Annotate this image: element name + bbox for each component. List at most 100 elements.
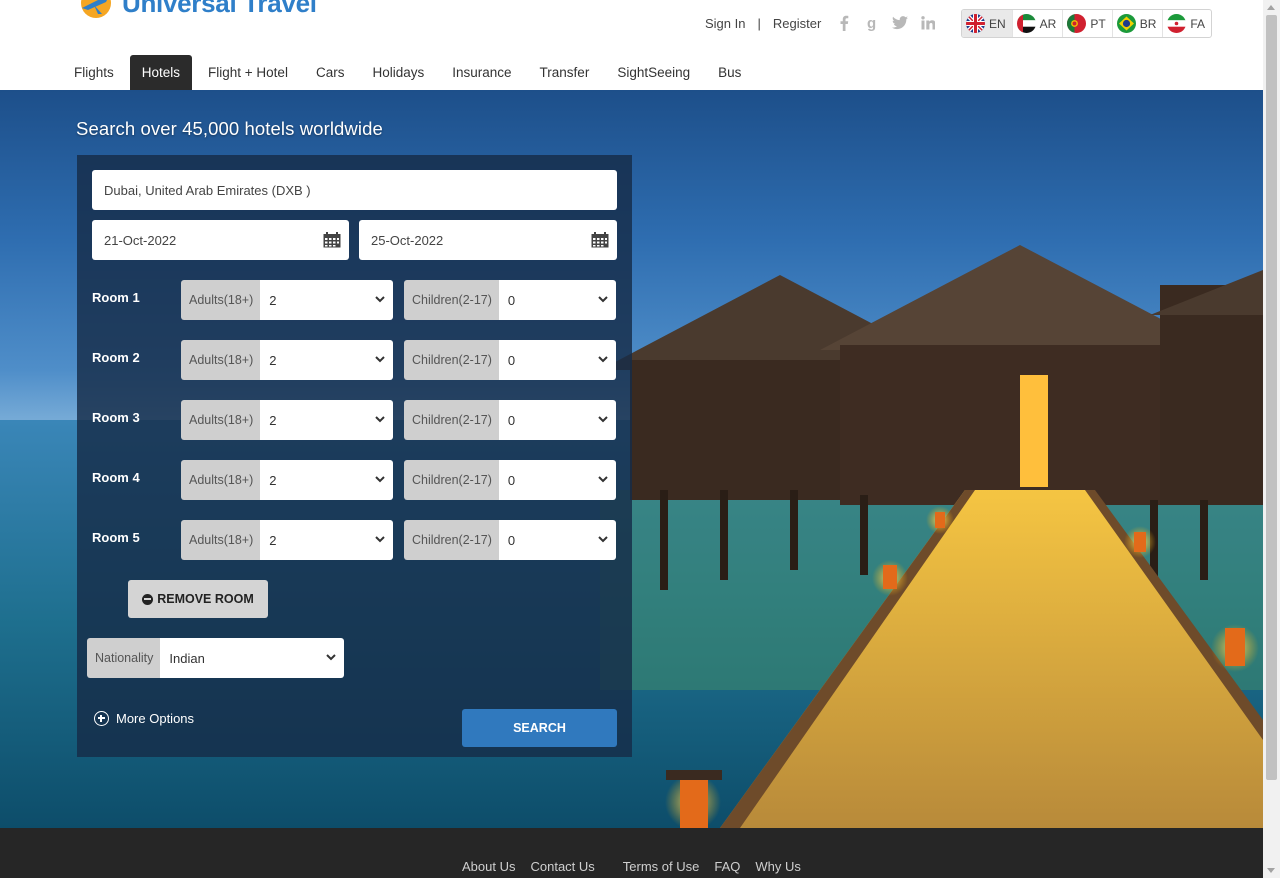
- chevron-down-icon: [598, 416, 608, 423]
- adults-value: 2: [269, 292, 277, 308]
- chevron-down-icon: [598, 536, 608, 543]
- room-2-children-select[interactable]: Children(2-17) 0: [404, 340, 616, 380]
- footer-links: About Us Contact Us Terms of Use FAQ Why…: [462, 859, 816, 874]
- chevron-down-icon: [375, 536, 385, 543]
- footer-link-terms[interactable]: Terms of Use: [623, 859, 700, 874]
- children-value: 0: [507, 412, 516, 428]
- room-1-label: Room 1: [92, 290, 140, 305]
- lang-en[interactable]: EN: [962, 10, 1013, 37]
- tab-hotels[interactable]: Hotels: [129, 55, 193, 90]
- chevron-down-icon: [375, 476, 385, 483]
- footer-link-why-us[interactable]: Why Us: [755, 859, 801, 874]
- brand-name: Universal Travel: [122, 0, 317, 18]
- checkin-date-value: 21-Oct-2022: [104, 232, 177, 248]
- facebook-icon[interactable]: [836, 15, 852, 31]
- room-3-adults-select[interactable]: Adults(18+) 2: [181, 400, 393, 440]
- page-scrollbar[interactable]: [1263, 0, 1280, 878]
- tab-flights[interactable]: Flights: [60, 55, 128, 90]
- scroll-down-arrow-icon[interactable]: [1267, 868, 1275, 873]
- calendar-icon[interactable]: [591, 232, 609, 248]
- lang-ar[interactable]: AR: [1013, 10, 1064, 37]
- room-5-adults-select[interactable]: Adults(18+) 2: [181, 520, 393, 560]
- room-2-adults-select[interactable]: Adults(18+) 2: [181, 340, 393, 380]
- google-plus-icon[interactable]: g: [864, 15, 880, 31]
- children-value: 0: [507, 292, 516, 308]
- children-label: Children(2-17): [404, 460, 499, 500]
- destination-input[interactable]: Dubai, United Arab Emirates (DXB ): [92, 170, 617, 210]
- children-label: Children(2-17): [404, 520, 499, 560]
- children-value: 0: [507, 532, 516, 548]
- brand-logo[interactable]: Universal Travel: [76, 0, 317, 20]
- more-options-label: More Options: [116, 711, 195, 726]
- hotel-search-form: Dubai, United Arab Emirates (DXB ) 21-Oc…: [77, 155, 632, 757]
- register-link[interactable]: Register: [773, 16, 821, 31]
- minus-circle-icon: [142, 593, 154, 605]
- children-value: 0: [507, 352, 516, 368]
- hero-banner: Search over 45,000 hotels worldwide Duba…: [0, 90, 1263, 828]
- tab-insurance[interactable]: Insurance: [438, 55, 525, 90]
- lang-br[interactable]: BR: [1113, 10, 1164, 37]
- uk-flag-icon: [966, 14, 985, 33]
- brazil-flag-icon: [1116, 14, 1136, 33]
- children-value: 0: [507, 472, 516, 488]
- tab-flight-hotel[interactable]: Flight + Hotel: [194, 55, 302, 90]
- room-1-adults-select[interactable]: Adults(18+) 2: [181, 280, 393, 320]
- scroll-thumb[interactable]: [1266, 15, 1277, 780]
- search-button[interactable]: SEARCH: [462, 709, 617, 747]
- children-label: Children(2-17): [404, 400, 499, 440]
- chevron-down-icon: [598, 356, 608, 363]
- adults-value: 2: [269, 412, 277, 428]
- room-4-children-select[interactable]: Children(2-17) 0: [404, 460, 616, 500]
- chevron-down-icon: [375, 416, 385, 423]
- adults-label: Adults(18+): [181, 400, 261, 440]
- portugal-flag-icon: [1067, 14, 1087, 33]
- language-switcher: EN AR PT BR FA: [961, 9, 1213, 38]
- chevron-down-icon: [375, 356, 385, 363]
- room-3-label: Room 3: [92, 410, 140, 425]
- remove-room-label: REMOVE ROOM: [157, 592, 254, 606]
- lang-fa-label: FA: [1190, 16, 1206, 31]
- sign-in-link[interactable]: Sign In: [705, 16, 745, 31]
- tab-transfer[interactable]: Transfer: [526, 55, 604, 90]
- lang-en-label: EN: [989, 16, 1006, 31]
- footer-link-faq[interactable]: FAQ: [714, 859, 740, 874]
- adults-label: Adults(18+): [181, 280, 261, 320]
- footer-link-about[interactable]: About Us: [462, 859, 515, 874]
- more-options-link[interactable]: More Options: [94, 711, 194, 726]
- room-4-label: Room 4: [92, 470, 140, 485]
- adults-value: 2: [269, 472, 277, 488]
- plus-circle-icon: [94, 711, 109, 726]
- room-5-label: Room 5: [92, 530, 140, 545]
- room-5-children-select[interactable]: Children(2-17) 0: [404, 520, 616, 560]
- remove-room-button[interactable]: REMOVE ROOM: [128, 580, 268, 618]
- room-3-children-select[interactable]: Children(2-17) 0: [404, 400, 616, 440]
- room-4-adults-select[interactable]: Adults(18+) 2: [181, 460, 393, 500]
- lang-fa[interactable]: FA: [1163, 10, 1211, 37]
- checkout-date-value: 25-Oct-2022: [371, 232, 444, 248]
- chevron-down-icon: [326, 654, 336, 661]
- adults-value: 2: [269, 352, 277, 368]
- checkout-date-field[interactable]: 25-Oct-2022: [359, 220, 617, 260]
- tab-bus[interactable]: Bus: [704, 55, 755, 90]
- site-header: Universal Travel Sign In | Register g EN: [0, 0, 1263, 90]
- nationality-select[interactable]: Nationality Indian: [87, 638, 344, 678]
- tab-holidays[interactable]: Holidays: [358, 55, 438, 90]
- checkin-date-field[interactable]: 21-Oct-2022: [92, 220, 349, 260]
- main-nav: Flights Hotels Flight + Hotel Cars Holid…: [60, 55, 755, 90]
- auth-separator: |: [757, 16, 761, 31]
- lang-pt[interactable]: PT: [1063, 10, 1113, 37]
- children-label: Children(2-17): [404, 340, 499, 380]
- tab-sightseeing[interactable]: SightSeeing: [603, 55, 704, 90]
- room-2-label: Room 2: [92, 350, 140, 365]
- adults-label: Adults(18+): [181, 520, 261, 560]
- twitter-icon[interactable]: [892, 15, 908, 31]
- calendar-icon[interactable]: [323, 232, 341, 248]
- svg-text:g: g: [867, 15, 876, 31]
- site-footer: About Us Contact Us Terms of Use FAQ Why…: [0, 828, 1263, 878]
- tab-cars[interactable]: Cars: [302, 55, 359, 90]
- linkedin-icon[interactable]: [920, 15, 936, 31]
- scroll-up-arrow-icon[interactable]: [1267, 5, 1275, 10]
- room-1-children-select[interactable]: Children(2-17) 0: [404, 280, 616, 320]
- chevron-down-icon: [375, 296, 385, 303]
- footer-link-contact[interactable]: Contact Us: [530, 859, 594, 874]
